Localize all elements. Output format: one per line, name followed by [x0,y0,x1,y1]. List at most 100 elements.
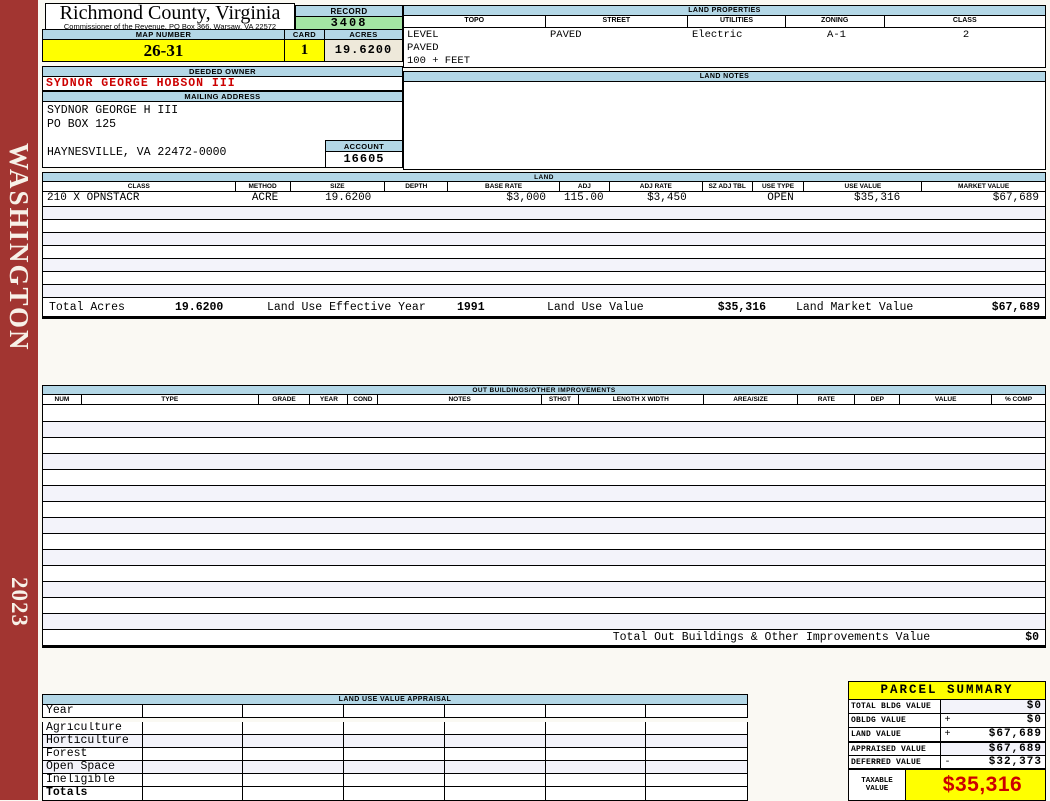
empty-cell [243,761,345,773]
empty-cell [344,705,445,717]
parcel-summary-row: DEFERRED VALUE - $32,373 [849,756,1045,770]
empty-cell [546,705,647,717]
map-number-value: 26-31 [42,40,285,62]
empty-cell [445,735,546,747]
parcel-summary-rows: TOTAL BLDG VALUE $0 OBLDG VALUE + $0 LAND VAL… [849,700,1045,770]
land-empty-row [43,219,1045,232]
row-label: Agriculture [43,722,143,734]
deeded-owner-header: DEEDED OWNER [42,66,403,77]
out-buildings-empty-row [43,469,1045,485]
out-buildings-empty-row [43,517,1045,533]
empty-cell [143,761,244,773]
out-buildings-empty-row [43,613,1045,629]
empty-cell [646,787,747,800]
total-acres-label: Total Acres [49,301,125,314]
row-label: Year [43,705,143,717]
summary-label: LAND VALUE [849,728,941,741]
empty-cell [546,787,647,800]
parcel-summary-row: LAND VALUE + $67,689 [849,728,1045,742]
empty-cell [344,748,445,760]
zoning-value: A-1 [827,29,846,41]
column-header: AREA/SIZE [704,395,799,404]
out-buildings-empty-row [43,437,1045,453]
empty-cell [546,735,647,747]
street-value: PAVED [550,29,582,41]
column-header: DEP [855,395,901,404]
summary-value: $67,689 [954,743,1045,755]
column-header: ADJ [560,182,610,191]
column-header: DEPTH [385,182,449,191]
out-buildings-empty-row [43,549,1045,565]
land-table: LAND CLASS METHOD SIZE DEPTH BASE RATE ADJ ADJ… [42,172,1046,319]
land-empty-row [43,284,1045,297]
column-header: UTILITIES [688,16,786,27]
land-cell: ACRE [251,192,279,204]
summary-value: $67,689 [954,728,1045,741]
summary-operator [941,743,954,755]
row-label: Forest [43,748,143,760]
empty-cell [344,735,445,747]
empty-cell [445,748,546,760]
taxable-value-label: TAXABLE VALUE [849,770,906,800]
account-box: ACCOUNT 16605 [325,140,403,168]
empty-cell [646,761,747,773]
column-header: BASE RATE [448,182,560,191]
land-use-value: $35,316 [717,301,766,314]
acres-box: ACRES 19.6200 [325,29,403,62]
acres-value: 19.6200 [325,40,403,62]
effective-year-value: 1991 [457,301,485,314]
column-header: COND [348,395,379,404]
land-use-appraisal-row: Horticulture [42,735,748,748]
empty-cell [546,774,647,786]
column-header: RATE [798,395,856,404]
row-label: Horticulture [43,735,143,747]
land-use-appraisal-row: Year [42,705,748,718]
land-empty-row [43,271,1045,284]
land-cell: $3,000 [506,192,546,204]
row-label: Totals [43,787,143,800]
parcel-summary-title: PARCEL SUMMARY [849,682,1045,700]
record-box: RECORD 3408 [295,5,403,30]
mailing-line: PO BOX 125 [47,118,117,131]
land-use-appraisal-row: Agriculture [42,722,748,735]
land-cell: OPEN [767,192,794,204]
account-header: ACCOUNT [325,140,403,152]
empty-cell [243,735,345,747]
land-cell [703,192,753,206]
parcel-summary-row: TOTAL BLDG VALUE $0 [849,700,1045,714]
empty-cell [243,705,345,717]
land-notes-body [403,82,1046,170]
empty-cell [344,787,445,800]
land-empty-row [43,258,1045,271]
land-use-appraisal-row: Ineligible [42,774,748,787]
column-header: MARKET VALUE [958,183,1010,190]
summary-operator: - [941,756,954,768]
empty-cell [445,787,546,800]
sidebar-band: WASHINGTON 2023 [0,0,38,800]
taxable-value: $35,316 [942,773,1023,796]
empty-cell [143,705,244,717]
acres-header: ACRES [325,29,403,40]
out-buildings-total-value: $0 [1025,631,1039,644]
out-buildings-title: OUT BUILDINGS/OTHER IMPROVEMENTS [43,385,1045,395]
land-cell: $67,689 [992,192,1039,204]
out-buildings-empty-row [43,533,1045,549]
land-totals-row: Total Acres 19.6200 Land Use Effective Y… [43,297,1045,319]
land-use-appraisal-rows: Year Agriculture Horticulture Forest Open Sp… [42,705,748,801]
out-buildings-column-headers: NUM TYPE GRADE YEAR COND NOTES STHGT LENGTH X W… [43,395,1045,405]
empty-cell [143,787,244,800]
column-header: CLASS [952,17,977,24]
column-header: GRADE [259,395,311,404]
land-properties-title: LAND PROPERTIES [403,5,1046,16]
land-notes-header: LAND NOTES [403,71,1046,82]
summary-operator [941,700,954,713]
out-buildings-empty-row [43,565,1045,581]
land-cell [385,192,448,206]
empty-cell [143,774,244,786]
out-buildings-total-label: Total Out Buildings & Other Improvements… [612,631,931,644]
card-box: CARD 1 [285,29,325,62]
land-use-appraisal-title: LAND USE VALUE APPRAISAL [42,694,748,705]
empty-cell [143,748,244,760]
column-header: METHOD [236,182,291,191]
county-title-box: Richmond County, Virginia Commissioner o… [45,3,295,31]
